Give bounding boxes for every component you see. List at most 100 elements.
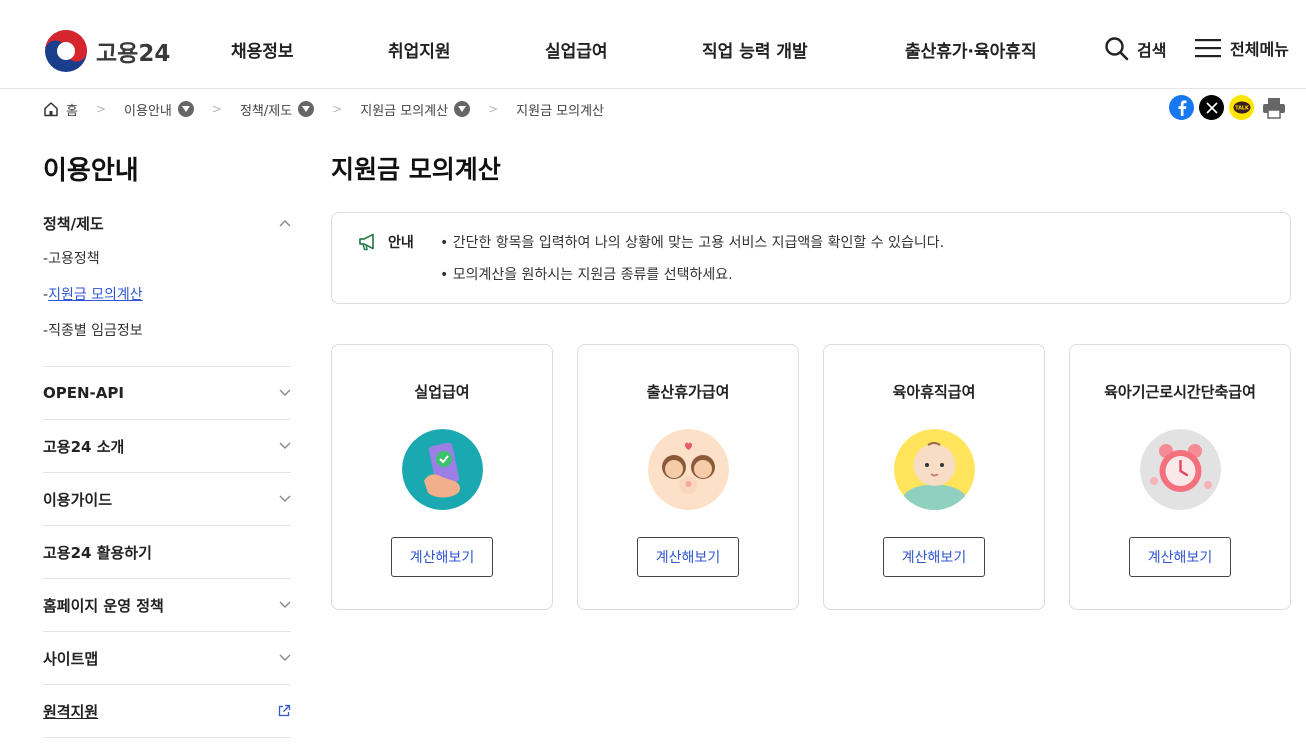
nav-parental-leave[interactable]: 출산휴가·육아휴직 (905, 37, 1037, 62)
chevron-down-icon (279, 389, 291, 396)
sidebar-group: 고용24 소개 (43, 420, 291, 473)
dropdown-toggle-icon[interactable] (177, 101, 194, 117)
nav-job-info[interactable]: 채용정보 (231, 37, 294, 62)
card-title: 육아휴직급여 (892, 383, 976, 401)
sidebar-group: 고용24 활용하기 (43, 526, 291, 579)
site-header: 고용24 채용정보 취업지원 실업급여 직업 능력 개발 출산휴가·육아휴직 검… (0, 0, 1306, 89)
sidebar-item-label: 이용가이드 (43, 490, 113, 509)
breadcrumb-item-label: 이용안내 (124, 103, 172, 119)
breadcrumb-item-label: 정책/제도 (239, 103, 293, 119)
sidebar-item-label: OPEN-API (43, 384, 124, 402)
notice-line: • 모의계산을 원하시는 지원금 종류를 선택하세요. (440, 267, 733, 283)
chevron-down-icon (279, 601, 291, 608)
sidebar-item-policy[interactable]: 정책/제도 (43, 202, 291, 244)
breadcrumb-home-label: 홈 (66, 103, 78, 119)
sidebar-item-label: 정책/제도 (43, 214, 104, 233)
breadcrumb-separator-icon: > (488, 102, 499, 116)
sidebar-group: 사이트맵 (43, 632, 291, 685)
alarm-clock-illustration-icon (1140, 429, 1221, 510)
sidebar-item-about[interactable]: 고용24 소개 (43, 420, 291, 472)
calculate-button[interactable]: 계산해보기 (637, 537, 739, 577)
sidebar-group: OPEN-API (43, 367, 291, 420)
card-title: 육아기근로시간단축급여 (1104, 383, 1256, 401)
sidebar-item-label: 홈페이지 운영 정책 (43, 596, 164, 615)
chevron-down-icon (279, 442, 291, 449)
site-logo[interactable]: 고용24 (44, 29, 170, 73)
sidebar-item-label: 고용24 활용하기 (43, 543, 152, 562)
calculator-card-parental-leave: 육아휴직급여 계산해보기 (823, 344, 1045, 610)
sidebar-item-open-api[interactable]: OPEN-API (43, 367, 291, 419)
sidebar-group: 홈페이지 운영 정책 (43, 579, 291, 632)
all-menu-label: 전체메뉴 (1230, 40, 1289, 59)
sidebar-subitem-wage-info[interactable]: -직종별 임금정보 (43, 316, 291, 352)
breadcrumb: 홈 > 이용안내 > 정책/제도 > 지원금 모의계산 > 지원금 모의계산 (43, 99, 604, 119)
notice-list: • 간단한 항목을 입력하여 나의 상황에 맞는 고용 서비스 지급액을 확인할… (440, 232, 944, 296)
calculator-card-reduced-hours: 육아기근로시간단축급여 계산해보기 (1069, 344, 1291, 610)
logo-text: 고용24 (96, 41, 171, 67)
sidebar-subitem-employment-policy[interactable]: -고용정책 (43, 244, 291, 280)
chevron-down-icon (279, 654, 291, 661)
megaphone-icon (359, 233, 374, 251)
calculate-button[interactable]: 계산해보기 (883, 537, 985, 577)
sidebar-group: 이용가이드 (43, 473, 291, 526)
external-link-icon (278, 704, 291, 717)
all-menu-button[interactable]: 전체메뉴 (1195, 36, 1289, 60)
breadcrumb-separator-icon: > (211, 102, 222, 116)
calculate-button[interactable]: 계산해보기 (391, 537, 493, 577)
nav-unemployment-benefit[interactable]: 실업급여 (545, 37, 608, 62)
baby-illustration-icon (894, 429, 975, 510)
sidebar-item-how-to-use[interactable]: 고용24 활용하기 (43, 526, 291, 578)
card-title: 출산휴가급여 (646, 383, 730, 401)
card-title: 실업급여 (414, 383, 470, 401)
breadcrumb-current: 지원금 모의계산 (516, 103, 605, 119)
sidebar-nav: 정책/제도 -고용정책 -지원금 모의계산 -직종별 임금정보 OPEN-API… (43, 202, 291, 738)
home-icon (44, 102, 58, 117)
breadcrumb-separator-icon: > (95, 102, 107, 116)
calculator-card-unemployment: 실업급여 계산해보기 (331, 344, 553, 610)
breadcrumb-item-label: 지원금 모의계산 (360, 103, 449, 119)
facebook-icon[interactable] (1169, 95, 1194, 120)
breadcrumb-item[interactable]: 이용안내 (124, 100, 194, 119)
print-icon[interactable] (1261, 95, 1286, 120)
kakaotalk-icon-text: TALK (1235, 105, 1249, 111)
x-icon[interactable] (1199, 95, 1224, 120)
notice-label: 안내 (358, 232, 414, 252)
breadcrumb-item[interactable]: 정책/제도 (239, 100, 315, 119)
breadcrumb-home[interactable]: 홈 (43, 100, 78, 119)
search-icon (1105, 37, 1129, 61)
sidebar-item-sitemap[interactable]: 사이트맵 (43, 632, 291, 684)
sidebar-title: 이용안내 (43, 156, 139, 186)
sidebar-item-label: 사이트맵 (43, 649, 99, 668)
sidebar-group: 원격지원 (43, 685, 291, 738)
dropdown-toggle-icon[interactable] (454, 101, 471, 117)
search-button[interactable]: 검색 (1104, 36, 1166, 61)
sidebar-item-user-guide[interactable]: 이용가이드 (43, 473, 291, 525)
notice-line: • 간단한 항목을 입력하여 나의 상황에 맞는 고용 서비스 지급액을 확인할… (440, 235, 945, 251)
chevron-up-icon (279, 220, 291, 227)
calculate-button[interactable]: 계산해보기 (1129, 537, 1231, 577)
phone-check-illustration-icon (402, 429, 483, 510)
page-title: 지원금 모의계산 (331, 155, 501, 184)
sidebar-item-site-policy[interactable]: 홈페이지 운영 정책 (43, 579, 291, 631)
dropdown-toggle-icon[interactable] (298, 101, 315, 117)
family-illustration-icon (648, 429, 729, 510)
sidebar-subitem-subsidy-calculator[interactable]: -지원금 모의계산 (43, 280, 291, 316)
sidebar-group-policy: 정책/제도 -고용정책 -지원금 모의계산 -직종별 임금정보 (43, 202, 291, 367)
sidebar-submenu: -고용정책 -지원금 모의계산 -직종별 임금정보 (43, 244, 291, 366)
taegeuk-logo-icon (45, 30, 87, 72)
sidebar-item-remote-support[interactable]: 원격지원 (43, 685, 291, 737)
search-label: 검색 (1137, 40, 1167, 60)
sidebar-item-label: 원격지원 (43, 702, 99, 721)
notice-label-text: 안내 (388, 235, 414, 251)
nav-employment-support[interactable]: 취업지원 (388, 37, 451, 62)
calculator-card-maternity: 출산휴가급여 계산해보기 (577, 344, 799, 610)
calculator-cards: 실업급여 계산해보기 출산휴가급여 계산해보기 육아휴직급여 계산해보기 육아기… (331, 344, 1291, 610)
kakaotalk-icon[interactable]: TALK (1229, 95, 1254, 120)
breadcrumb-separator-icon: > (332, 102, 343, 116)
hamburger-menu-icon (1195, 39, 1221, 58)
breadcrumb-item[interactable]: 지원금 모의계산 (360, 100, 471, 119)
chevron-down-icon (279, 495, 291, 502)
nav-vocational-training[interactable]: 직업 능력 개발 (702, 37, 808, 62)
sidebar-item-label: 고용24 소개 (43, 437, 125, 456)
notice-box: 안내 • 간단한 항목을 입력하여 나의 상황에 맞는 고용 서비스 지급액을 … (331, 212, 1291, 304)
